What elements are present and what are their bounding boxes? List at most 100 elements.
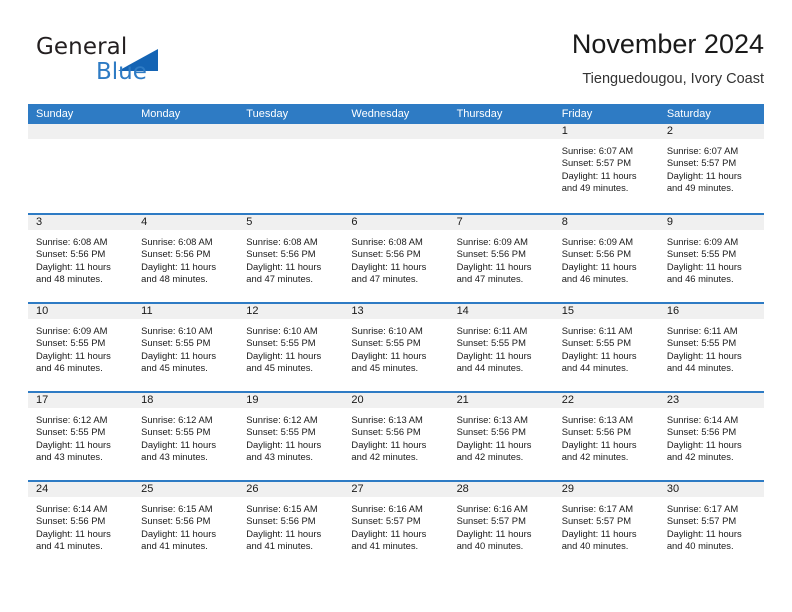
day-cell[interactable]: 29 Sunrise: 6:17 AM Sunset: 5:57 PM Dayl…: [553, 482, 659, 569]
sunset-text: Sunset: 5:55 PM: [666, 248, 737, 260]
day-cell[interactable]: 11 Sunrise: 6:10 AM Sunset: 5:55 PM Dayl…: [133, 304, 239, 391]
day-cell[interactable]: 19 Sunrise: 6:12 AM Sunset: 5:55 PM Dayl…: [238, 393, 344, 480]
day-cell[interactable]: 8 Sunrise: 6:09 AM Sunset: 5:56 PM Dayli…: [553, 215, 659, 302]
day-cell[interactable]: 7 Sunrise: 6:09 AM Sunset: 5:56 PM Dayli…: [448, 215, 554, 302]
sunset-text: Sunset: 5:56 PM: [351, 426, 421, 438]
day-number: [28, 124, 134, 139]
daylight-text-line1: Daylight: 11 hours: [141, 438, 217, 450]
day-cell[interactable]: 28 Sunrise: 6:16 AM Sunset: 5:57 PM Dayl…: [448, 482, 554, 569]
day-cell[interactable]: 4 Sunrise: 6:08 AM Sunset: 5:56 PM Dayli…: [133, 215, 239, 302]
day-cell[interactable]: 17 Sunrise: 6:12 AM Sunset: 5:55 PM Dayl…: [28, 393, 134, 480]
day-cell[interactable]: 22 Sunrise: 6:13 AM Sunset: 5:56 PM Dayl…: [553, 393, 659, 480]
day-cell[interactable]: 23 Sunrise: 6:14 AM Sunset: 5:56 PM Dayl…: [658, 393, 764, 480]
day-cell: [28, 124, 134, 213]
day-info: Sunrise: 6:07 AM Sunset: 5:57 PM Dayligh…: [659, 139, 764, 195]
sunrise-text: Sunrise: 6:11 AM: [456, 325, 528, 336]
sunrise-text: Sunrise: 6:15 AM: [246, 503, 318, 514]
daylight-text-line1: Daylight: 11 hours: [246, 349, 322, 361]
daylight-text-line1: Daylight: 11 hours: [351, 527, 427, 539]
day-number: 25: [133, 482, 239, 497]
day-cell[interactable]: 26 Sunrise: 6:15 AM Sunset: 5:56 PM Dayl…: [238, 482, 344, 569]
day-number: 27: [343, 482, 449, 497]
daylight-text-line2: and 41 minutes.: [246, 540, 313, 552]
day-number: 3: [28, 215, 134, 230]
day-info: Sunrise: 6:10 AM Sunset: 5:55 PM Dayligh…: [238, 319, 343, 375]
day-cell[interactable]: 1 Sunrise: 6:07 AM Sunset: 5:57 PM Dayli…: [553, 124, 659, 213]
sunset-text: Sunset: 5:57 PM: [666, 157, 737, 169]
sunrise-text: Sunrise: 6:12 AM: [141, 414, 213, 425]
sunset-text: Sunset: 5:56 PM: [456, 426, 526, 438]
day-cell[interactable]: 27 Sunrise: 6:16 AM Sunset: 5:57 PM Dayl…: [343, 482, 449, 569]
day-cell[interactable]: 30 Sunrise: 6:17 AM Sunset: 5:57 PM Dayl…: [658, 482, 764, 569]
day-number: 10: [28, 304, 134, 319]
day-cell[interactable]: 5 Sunrise: 6:08 AM Sunset: 5:56 PM Dayli…: [238, 215, 344, 302]
sunset-text: Sunset: 5:55 PM: [246, 426, 316, 438]
sunrise-text: Sunrise: 6:16 AM: [456, 503, 528, 514]
day-cell[interactable]: 12 Sunrise: 6:10 AM Sunset: 5:55 PM Dayl…: [238, 304, 344, 391]
daylight-text-line2: and 47 minutes.: [246, 273, 313, 285]
sunset-text: Sunset: 5:57 PM: [351, 515, 421, 527]
daylight-text-line1: Daylight: 11 hours: [456, 349, 532, 361]
daylight-text-line1: Daylight: 11 hours: [666, 527, 742, 539]
day-number: 29: [553, 482, 659, 497]
daylight-text-line2: and 47 minutes.: [456, 273, 524, 285]
daylight-text-line1: Daylight: 11 hours: [246, 260, 322, 272]
day-info: Sunrise: 6:10 AM Sunset: 5:55 PM Dayligh…: [343, 319, 448, 375]
day-info: Sunrise: 6:08 AM Sunset: 5:56 PM Dayligh…: [28, 230, 133, 286]
daylight-text-line1: Daylight: 11 hours: [561, 349, 637, 361]
day-cell[interactable]: 24 Sunrise: 6:14 AM Sunset: 5:56 PM Dayl…: [28, 482, 134, 569]
weekday-header-sunday: Sunday: [36, 108, 74, 120]
daylight-text-line2: and 43 minutes.: [246, 451, 313, 463]
day-cell[interactable]: 6 Sunrise: 6:08 AM Sunset: 5:56 PM Dayli…: [343, 215, 449, 302]
day-cell[interactable]: 9 Sunrise: 6:09 AM Sunset: 5:55 PM Dayli…: [658, 215, 764, 302]
day-number: 5: [238, 215, 344, 230]
daylight-text-line1: Daylight: 11 hours: [141, 527, 217, 539]
daylight-text-line1: Daylight: 11 hours: [666, 438, 742, 450]
day-cell[interactable]: 18 Sunrise: 6:12 AM Sunset: 5:55 PM Dayl…: [133, 393, 239, 480]
daylight-text-line1: Daylight: 11 hours: [351, 260, 427, 272]
sunset-text: Sunset: 5:57 PM: [561, 515, 632, 527]
day-cell[interactable]: 16 Sunrise: 6:11 AM Sunset: 5:55 PM Dayl…: [658, 304, 764, 391]
weekday-header-thursday: Thursday: [456, 108, 503, 120]
day-cell[interactable]: 13 Sunrise: 6:10 AM Sunset: 5:55 PM Dayl…: [343, 304, 449, 391]
daylight-text-line2: and 40 minutes.: [456, 540, 524, 552]
day-number: 4: [133, 215, 239, 230]
daylight-text-line2: and 46 minutes.: [561, 273, 629, 285]
day-cell[interactable]: 2 Sunrise: 6:07 AM Sunset: 5:57 PM Dayli…: [658, 124, 764, 213]
sunset-text: Sunset: 5:56 PM: [141, 248, 211, 260]
day-cell[interactable]: 21 Sunrise: 6:13 AM Sunset: 5:56 PM Dayl…: [448, 393, 554, 480]
day-number: 13: [343, 304, 449, 319]
daylight-text-line2: and 43 minutes.: [141, 451, 208, 463]
sunset-text: Sunset: 5:55 PM: [666, 337, 737, 349]
day-number: 30: [658, 482, 764, 497]
day-cell[interactable]: 14 Sunrise: 6:11 AM Sunset: 5:55 PM Dayl…: [448, 304, 554, 391]
day-cell[interactable]: 25 Sunrise: 6:15 AM Sunset: 5:56 PM Dayl…: [133, 482, 239, 569]
day-number: 20: [343, 393, 449, 408]
day-info: Sunrise: 6:14 AM Sunset: 5:56 PM Dayligh…: [659, 408, 764, 464]
general-blue-logo[interactable]: General Blue: [36, 34, 256, 96]
calendar-grid: Sunday Monday Tuesday Wednesday Thursday…: [28, 104, 764, 569]
daylight-text-line1: Daylight: 11 hours: [36, 349, 111, 361]
sunset-text: Sunset: 5:56 PM: [561, 426, 632, 438]
day-cell[interactable]: 3 Sunrise: 6:08 AM Sunset: 5:56 PM Dayli…: [28, 215, 134, 302]
day-cell[interactable]: 15 Sunrise: 6:11 AM Sunset: 5:55 PM Dayl…: [553, 304, 659, 391]
day-number: 15: [553, 304, 659, 319]
day-info: Sunrise: 6:17 AM Sunset: 5:57 PM Dayligh…: [659, 497, 764, 553]
day-cell[interactable]: 10 Sunrise: 6:09 AM Sunset: 5:55 PM Dayl…: [28, 304, 134, 391]
daylight-text-line1: Daylight: 11 hours: [456, 527, 532, 539]
sunset-text: Sunset: 5:55 PM: [246, 337, 316, 349]
daylight-text-line1: Daylight: 11 hours: [246, 438, 322, 450]
sunrise-text: Sunrise: 6:13 AM: [561, 414, 634, 425]
day-cell[interactable]: 20 Sunrise: 6:13 AM Sunset: 5:56 PM Dayl…: [343, 393, 449, 480]
day-info: Sunrise: 6:09 AM Sunset: 5:55 PM Dayligh…: [659, 230, 764, 286]
day-number: 9: [658, 215, 764, 230]
sunrise-text: Sunrise: 6:09 AM: [666, 236, 739, 247]
logo-text-general: General: [36, 34, 128, 60]
day-info: Sunrise: 6:10 AM Sunset: 5:55 PM Dayligh…: [133, 319, 238, 375]
daylight-text-line2: and 49 minutes.: [561, 182, 629, 194]
daylight-text-line1: Daylight: 11 hours: [141, 349, 217, 361]
sunset-text: Sunset: 5:55 PM: [141, 337, 211, 349]
day-info: Sunrise: 6:16 AM Sunset: 5:57 PM Dayligh…: [343, 497, 448, 553]
daylight-text-line2: and 42 minutes.: [666, 451, 734, 463]
daylight-text-line2: and 48 minutes.: [36, 273, 103, 285]
